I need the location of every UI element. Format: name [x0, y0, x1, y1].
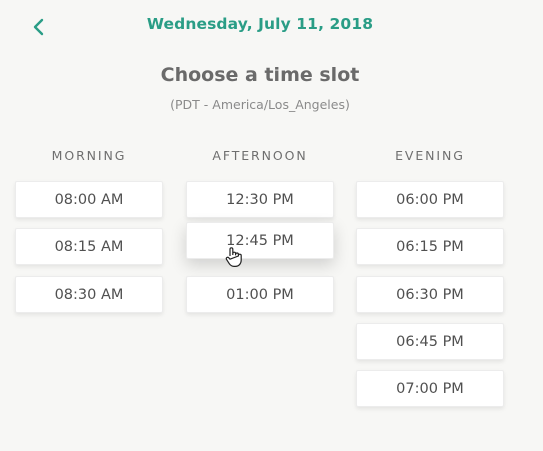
time-slot-evening-0700[interactable]: 07:00 PM	[356, 370, 504, 407]
time-slot-afternoon-0100[interactable]: 01:00 PM	[186, 276, 334, 313]
page-title: Choose a time slot	[160, 64, 360, 86]
column-header-evening: EVENING	[395, 148, 465, 163]
timezone-label: (PDT - America/Los_Angeles)	[170, 97, 350, 112]
column-header-afternoon: AFTERNOON	[212, 148, 308, 163]
time-slot-evening-0630[interactable]: 06:30 PM	[356, 276, 504, 313]
time-slot-afternoon-1245[interactable]: 12:45 PM	[186, 222, 334, 259]
selected-date: Wednesday, July 11, 2018	[146, 15, 374, 33]
time-slot-morning-0830[interactable]: 08:30 AM	[15, 276, 163, 313]
time-slot-evening-0645[interactable]: 06:45 PM	[356, 323, 504, 360]
time-slot-evening-0600[interactable]: 06:00 PM	[356, 181, 504, 218]
time-slot-evening-0615[interactable]: 06:15 PM	[356, 228, 504, 265]
time-slot-morning-0815[interactable]: 08:15 AM	[15, 228, 163, 265]
time-slot-afternoon-1230[interactable]: 12:30 PM	[186, 181, 334, 218]
column-header-morning: MORNING	[51, 148, 127, 163]
time-slot-morning-0800[interactable]: 08:00 AM	[15, 181, 163, 218]
